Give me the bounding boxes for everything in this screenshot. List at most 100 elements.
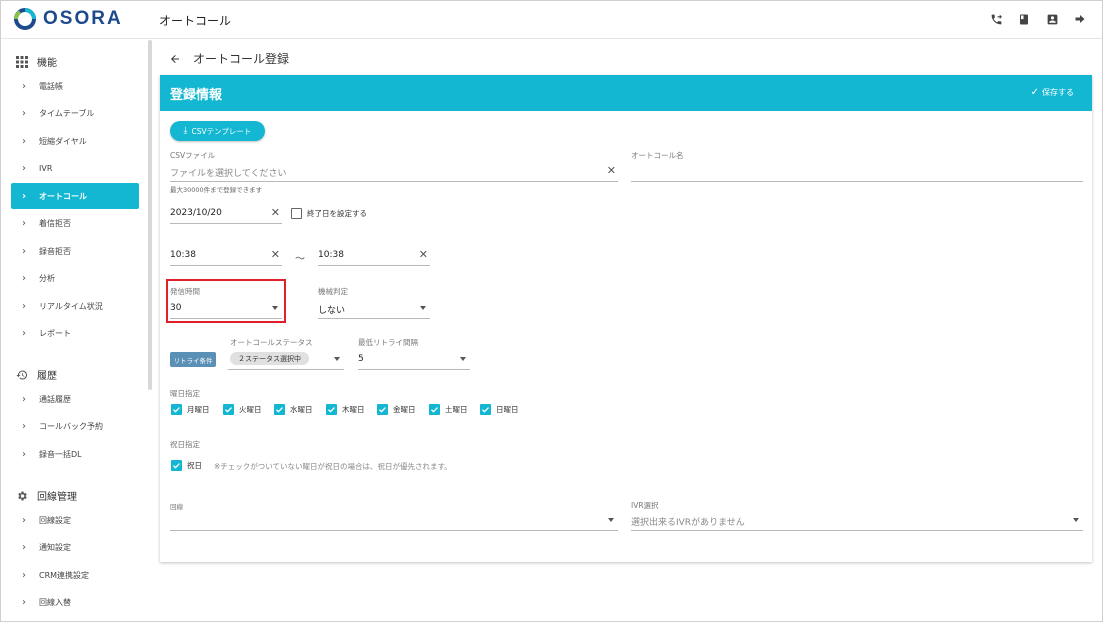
dropdown-caret-icon[interactable] [1073,518,1079,522]
sidebar-item-line-swap[interactable]: › 回線入替 [11,589,139,615]
sidebar-item-label: 電話帳 [39,81,63,91]
clear-icon[interactable]: ✕ [607,164,616,177]
sidebar-item-timetable[interactable]: › タイムテーブル [11,100,139,126]
sidebar-item-callback[interactable]: › コールバック予約 [11,413,139,439]
machine-detect-select[interactable]: しない [318,299,430,319]
back-arrow-icon[interactable] [167,51,183,67]
time-from-value: 10:38 [170,250,196,260]
sidebar-scrollbar[interactable] [148,40,152,390]
weekday-label-text: 日曜日 [496,405,519,414]
sidebar-item-ivr[interactable]: › IVR [11,155,139,181]
sidebar-item-label: コールバック予約 [39,421,103,431]
section-history: 履歴 [15,367,57,382]
sidebar-item-label: IVR [39,163,53,173]
autocall-status-label: オートコールステータス [230,338,313,347]
weekday-label-text: 金曜日 [393,405,416,414]
checkbox-checked-icon[interactable] [377,404,388,415]
section-title: 履歴 [37,371,57,382]
min-retry-label: 最低リトライ間隔 [358,338,418,347]
time-to-input[interactable]: 10:38 ✕ [318,246,430,266]
checkbox-checked-icon[interactable] [274,404,285,415]
chevron-right-icon: › [22,569,26,581]
weekday-checkbox-tue[interactable]: 火曜日 [223,404,262,415]
min-retry-select[interactable]: 5 [358,350,470,370]
line-label: 回線 [170,503,183,511]
start-date-input[interactable]: 2023/10/20 ✕ [170,204,282,224]
weekday-checkbox-sat[interactable]: 土曜日 [429,404,468,415]
registration-card: 登録情報 ✓ 保存する ⤓ CSVテンプレート CSVファイル ファイルを選択し… [160,75,1092,562]
sidebar-item-label: タイムテーブル [39,108,95,118]
sidebar-item-label: 短縮ダイヤル [39,136,87,146]
holiday-checkbox[interactable]: 祝日 [171,460,202,471]
sidebar-item-report[interactable]: › レポート [11,320,139,346]
time-from-input[interactable]: 10:38 ✕ [170,246,282,266]
csv-file-label: CSVファイル [170,151,216,160]
weekday-checkbox-sun[interactable]: 日曜日 [480,404,519,415]
dropdown-caret-icon[interactable] [460,357,466,361]
sidebar-item-analysis[interactable]: › 分析 [11,265,139,291]
chevron-right-icon: › [22,135,26,147]
checkbox-checked-icon[interactable] [171,460,182,471]
sidebar-item-label: レポート [39,328,71,338]
dropdown-caret-icon[interactable] [420,306,426,310]
weekday-checkbox-thu[interactable]: 木曜日 [326,404,365,415]
holiday-label: 祝日指定 [170,440,200,449]
weekday-label: 曜日指定 [170,389,200,398]
sidebar-item-label: 通話履歴 [39,394,71,404]
autocall-name-label: オートコール名 [631,151,684,160]
apps-grid-icon [15,55,29,69]
autocall-status-select[interactable]: ２ステータス選択中 [228,350,344,370]
card-header: 登録情報 ✓ 保存する [160,75,1092,111]
weekday-checkbox-mon[interactable]: 月曜日 [171,404,210,415]
sidebar-item-line-settings[interactable]: › 回線設定 [11,507,139,533]
phone-forward-icon[interactable] [988,11,1004,27]
retry-condition-chip: リトライ条件 [170,352,216,367]
ivr-placeholder: 選択出来るIVRがありません [631,518,745,528]
account-box-icon[interactable] [1044,11,1060,27]
end-date-checkbox[interactable]: 終了日を設定する [291,208,367,219]
end-date-checkbox-label: 終了日を設定する [307,209,367,218]
holiday-checkbox-label: 祝日 [187,461,202,470]
weekday-label-text: 木曜日 [342,405,365,414]
sidebar-item-call-reject[interactable]: › 着信拒否 [11,210,139,236]
section-line-management: 回線管理 [15,488,77,503]
sidebar-item-realtime[interactable]: › リアルタイム状況 [11,293,139,319]
logo[interactable]: OSORA [13,7,123,31]
weekday-checkbox-fri[interactable]: 金曜日 [377,404,416,415]
chevron-right-icon: › [22,448,26,460]
checkbox-unchecked-icon[interactable] [291,208,302,219]
dropdown-caret-icon[interactable] [608,518,614,522]
logout-arrow-icon[interactable] [1072,11,1088,27]
clear-icon[interactable]: ✕ [271,206,280,219]
sidebar-item-record-download[interactable]: › 録音一括DL [11,441,139,467]
checkbox-checked-icon[interactable] [171,404,182,415]
clear-icon[interactable]: ✕ [271,248,280,261]
sidebar-item-call-history[interactable]: › 通話履歴 [11,386,139,412]
sidebar-item-label: 通知設定 [39,542,71,552]
checkbox-checked-icon[interactable] [326,404,337,415]
csv-file-input[interactable]: ファイルを選択してください ✕ [170,162,618,182]
sidebar-item-phonebook[interactable]: › 電話帳 [11,73,139,99]
sidebar-item-notify-settings[interactable]: › 通知設定 [11,534,139,560]
sidebar-item-record-reject[interactable]: › 録音拒否 [11,238,139,264]
section-title: 機能 [37,58,57,69]
book-icon[interactable] [1016,11,1032,27]
sidebar-item-crm-settings[interactable]: › CRM連携設定 [11,562,139,588]
csv-template-button[interactable]: ⤓ CSVテンプレート [170,121,265,141]
history-icon [15,368,29,382]
save-button[interactable]: ✓ 保存する [1031,87,1074,98]
sidebar-item-autocall[interactable]: › オートコール [11,183,139,209]
checkbox-checked-icon[interactable] [223,404,234,415]
checkbox-checked-icon[interactable] [480,404,491,415]
line-select[interactable] [170,511,618,531]
checkbox-checked-icon[interactable] [429,404,440,415]
autocall-name-input[interactable] [631,162,1083,182]
sidebar-item-speed-dial[interactable]: › 短縮ダイヤル [11,128,139,154]
chevron-right-icon: › [22,541,26,553]
weekday-checkbox-wed[interactable]: 水曜日 [274,404,313,415]
dropdown-caret-icon[interactable] [334,357,340,361]
check-icon: ✓ [1030,87,1039,98]
clear-icon[interactable]: ✕ [419,248,428,261]
start-date-value: 2023/10/20 [170,208,222,218]
ivr-select[interactable]: 選択出来るIVRがありません [631,511,1083,531]
